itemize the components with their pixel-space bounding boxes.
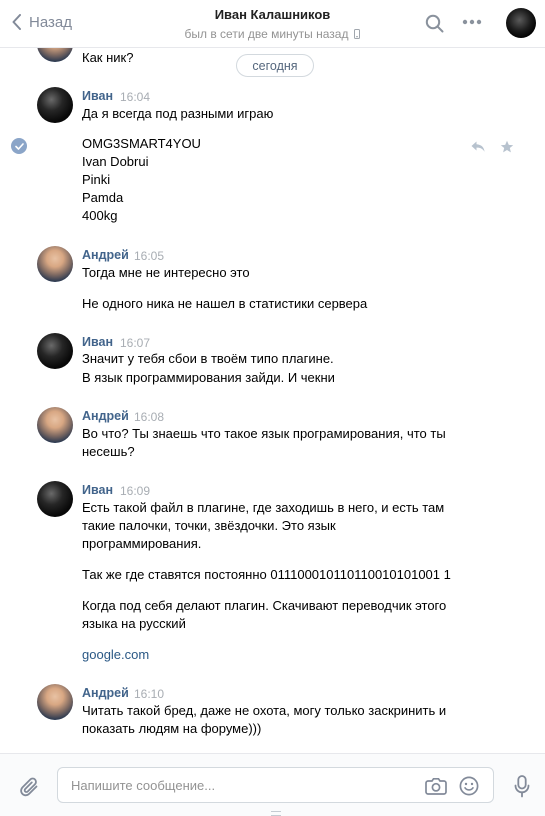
message-text: Во что? Ты знаешь что такое язык програм… [82, 426, 446, 441]
peer-status: был в сети две минуты назад [150, 27, 395, 41]
star-icon[interactable] [500, 140, 514, 154]
message-author[interactable]: Иван [82, 89, 113, 103]
message-text: 400kg [82, 208, 118, 223]
message-text: Тогда мне не интересно это [82, 265, 250, 280]
avatar[interactable] [37, 48, 73, 62]
message-text: Да я всегда под разными играю [82, 106, 274, 121]
message-time[interactable]: 16:10 [134, 687, 164, 701]
message-text: Есть такой файл в плагине, где заходишь … [82, 500, 445, 515]
message-composer: Напишите сообщение... [0, 753, 545, 816]
back-button[interactable]: Назад [12, 11, 72, 33]
message-time[interactable]: 16:07 [120, 336, 150, 350]
message-author[interactable]: Иван [82, 483, 113, 497]
message-text: несешь? [82, 444, 135, 459]
message-text: В язык программирования зайди. И чекни [82, 370, 335, 385]
message-author[interactable]: Андрей [82, 409, 129, 423]
search-icon[interactable] [425, 14, 444, 33]
message-text: Как ник? [82, 50, 134, 65]
date-divider: сегодня [236, 54, 314, 77]
message-text: такие палочки, точки, звёздочки. Это язы… [82, 518, 336, 533]
message-text: Pamda [82, 190, 124, 205]
avatar[interactable] [506, 8, 536, 38]
message-text: Pinki [82, 172, 111, 187]
microphone-icon[interactable] [514, 775, 530, 798]
camera-icon[interactable] [425, 777, 447, 795]
avatar[interactable] [37, 333, 73, 369]
message-text: Ivan Dobrui [82, 154, 149, 169]
selected-check[interactable] [11, 138, 27, 154]
message-author[interactable]: Андрей [82, 686, 129, 700]
message-text: OMG3SMART4YOU [82, 136, 201, 151]
message-time[interactable]: 16:05 [134, 249, 164, 263]
message-time[interactable]: 16:08 [134, 410, 164, 424]
peer-info[interactable]: Иван Калашников был в сети две минуты на… [150, 7, 395, 41]
smile-icon[interactable] [459, 776, 479, 796]
message-text: Читать такой бред, даже не охота, могу т… [82, 703, 447, 718]
message-history[interactable]: Как ник? сегодня Иван 16:04 Да я всегда … [0, 48, 545, 753]
message-input-placeholder: Напишите сообщение... [71, 778, 216, 793]
back-chevron-icon [12, 14, 21, 30]
peer-status-text: был в сети две минуты назад [184, 27, 349, 41]
avatar[interactable] [37, 246, 73, 282]
peer-name: Иван Калашников [214, 7, 331, 22]
avatar[interactable] [37, 407, 73, 443]
resize-handle[interactable] [271, 811, 281, 816]
message-text: Когда под себя делают плагин. Скачивают … [82, 598, 447, 613]
mobile-icon [354, 29, 361, 39]
avatar[interactable] [37, 684, 73, 720]
reply-icon[interactable] [470, 140, 486, 153]
message-time[interactable]: 16:04 [120, 90, 150, 104]
message-link[interactable]: google.com [82, 646, 149, 664]
paperclip-icon[interactable] [20, 776, 40, 798]
message-text: программирования. [82, 536, 202, 551]
check-icon [14, 142, 24, 150]
message-text: Так же где ставятся постоянно 0111000101… [82, 567, 451, 582]
message-input[interactable]: Напишите сообщение... [57, 767, 494, 803]
back-label: Назад [29, 13, 72, 31]
chat-header: Назад Иван Калашников был в сети две мин… [0, 0, 545, 48]
message-time[interactable]: 16:09 [120, 484, 150, 498]
message-author[interactable]: Иван [82, 335, 113, 349]
message-text: Не одного ника не нашел в статистики сер… [82, 296, 368, 311]
avatar[interactable] [37, 481, 73, 517]
avatar[interactable] [37, 87, 73, 123]
message-actions [470, 140, 514, 154]
message-text: показать людям на форуме))) [82, 721, 262, 736]
message-author[interactable]: Андрей [82, 248, 129, 262]
more-icon[interactable] [462, 19, 482, 25]
message-text: Значит у тебя сбои в твоём типо плагине. [82, 351, 334, 366]
message-text: языка на русский [82, 616, 186, 631]
